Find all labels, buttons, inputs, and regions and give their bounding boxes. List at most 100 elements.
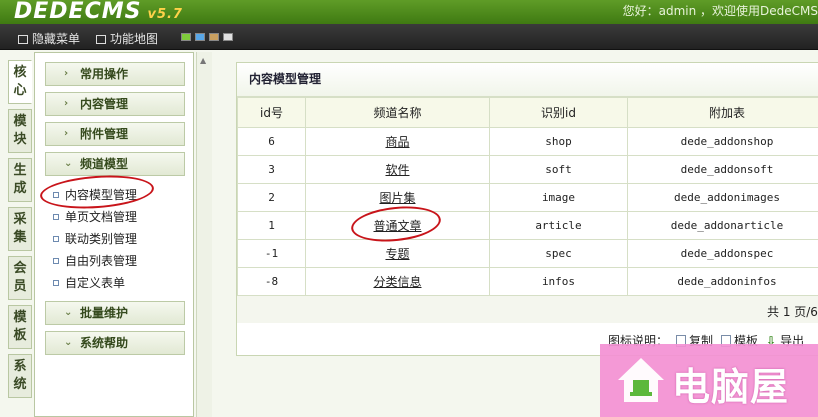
channel-name-link[interactable]: 商品	[385, 135, 409, 149]
menu-group-attachments[interactable]: › 附件管理	[45, 122, 185, 146]
cell-id: -8	[237, 267, 306, 296]
table-row: -1 专题 spec dede_addonspec	[237, 239, 818, 268]
menu-toggle-icon	[18, 35, 28, 44]
table-row: 2 图片集 image dede_addonimages	[237, 183, 818, 212]
channel-name-link[interactable]: 软件	[385, 163, 409, 177]
menu-scrollbar[interactable]: ▲	[196, 52, 212, 417]
cell-channel-name: 商品	[305, 127, 490, 156]
column-header: 频道名称	[305, 97, 490, 128]
logo: DEDECMS v5.7	[14, 0, 183, 24]
chevron-right-icon: ›	[64, 68, 69, 79]
side-menu: › 常用操作 › 内容管理 › 附件管理 ⌄ 频道模型 内容模型管理 单页文档管理 联动…	[34, 52, 194, 417]
cell-channel-name: 软件	[305, 155, 490, 184]
welcome-text: 您好：admin ，欢迎使用DedeCMS	[622, 4, 818, 18]
tab-core[interactable]: 核心	[8, 60, 32, 104]
cell-addon-table: dede_addonarticle	[627, 211, 818, 240]
table-row: 1 普通文章 article dede_addonarticle	[237, 211, 818, 240]
vertical-tabs: 核心 模块 生成 采集 会员 模板 系统	[8, 60, 32, 403]
cell-identifier: image	[489, 183, 628, 212]
menu-item-label: 联动类别管理	[65, 232, 138, 246]
channel-name-link[interactable]: 分类信息	[373, 275, 421, 289]
menu-item-free-list[interactable]: 自由列表管理	[53, 252, 137, 269]
content-panel: 内容模型管理 id号 频道名称 识别id 附加表 6 商品 shop dede_add…	[236, 62, 818, 356]
pager-bar: 共 1 页/6	[237, 295, 818, 323]
skin-blue-swatch[interactable]	[195, 33, 205, 41]
site-map-label: 功能地图	[110, 32, 159, 46]
menu-group-common[interactable]: › 常用操作	[45, 62, 185, 86]
menu-group-help[interactable]: ⌄ 系统帮助	[45, 331, 185, 355]
chevron-down-icon: ⌄	[64, 307, 73, 318]
menu-group-label: 批量维护	[80, 306, 129, 320]
bullet-icon	[53, 258, 59, 264]
bullet-icon	[53, 236, 59, 242]
cell-identifier: soft	[489, 155, 628, 184]
column-header: 附加表	[627, 97, 818, 128]
bullet-icon	[53, 280, 59, 286]
pager-text: 共 1 页/6	[767, 305, 818, 319]
table-row: -8 分类信息 infos dede_addoninfos	[237, 267, 818, 296]
cell-id: 3	[237, 155, 306, 184]
model-table: id号 频道名称 识别id 附加表 6 商品 shop dede_addonshop 3…	[237, 97, 818, 296]
cell-identifier: spec	[489, 239, 628, 268]
tab-generate[interactable]: 生成	[8, 158, 32, 202]
menu-group-label: 附件管理	[80, 127, 129, 141]
menu-group-label: 频道模型	[80, 157, 129, 171]
skin-green-swatch[interactable]	[181, 33, 191, 41]
tab-system[interactable]: 系统	[8, 354, 32, 398]
scroll-up-icon[interactable]: ▲	[200, 56, 206, 65]
menu-item-custom-form[interactable]: 自定义表单	[53, 274, 125, 291]
cell-addon-table: dede_addonshop	[627, 127, 818, 156]
hide-menu-button[interactable]: 隐藏菜单	[18, 30, 80, 47]
menu-item-label: 自定义表单	[65, 276, 126, 290]
page-title: 内容模型管理	[237, 63, 818, 97]
tab-modules[interactable]: 模块	[8, 109, 32, 153]
channel-name-link[interactable]: 专题	[385, 247, 409, 261]
chevron-down-icon: ⌄	[64, 158, 73, 169]
table-row: 3 软件 soft dede_addonsoft	[237, 155, 818, 184]
menu-group-content[interactable]: › 内容管理	[45, 92, 185, 116]
cell-id: 1	[237, 211, 306, 240]
cell-channel-name: 专题	[305, 239, 490, 268]
menu-group-channel-model[interactable]: ⌄ 频道模型	[45, 152, 185, 176]
column-header: id号	[237, 97, 306, 128]
cell-id: -1	[237, 239, 306, 268]
cell-addon-table: dede_addonsoft	[627, 155, 818, 184]
skin-gray-swatch[interactable]	[223, 33, 233, 41]
cell-addon-table: dede_addonimages	[627, 183, 818, 212]
chevron-down-icon: ⌄	[64, 337, 73, 348]
site-map-button[interactable]: 功能地图	[96, 30, 158, 47]
menu-item-linked-category[interactable]: 联动类别管理	[53, 230, 137, 247]
watermark-text: 电脑屋	[672, 365, 790, 409]
cell-addon-table: dede_addoninfos	[627, 267, 818, 296]
top-toolbar: 隐藏菜单 功能地图	[0, 24, 818, 50]
hide-menu-label: 隐藏菜单	[32, 32, 81, 46]
table-row: 6 商品 shop dede_addonshop	[237, 127, 818, 156]
cell-identifier: shop	[489, 127, 628, 156]
chevron-right-icon: ›	[64, 98, 69, 109]
logo-text: DEDECMS	[14, 0, 142, 24]
menu-group-label: 内容管理	[80, 97, 129, 111]
menu-group-label: 常用操作	[80, 67, 129, 81]
bullet-icon	[53, 214, 59, 220]
chevron-right-icon: ›	[64, 128, 69, 139]
menu-group-batch[interactable]: ⌄ 批量维护	[45, 301, 185, 325]
cell-identifier: infos	[489, 267, 628, 296]
version-label: v5.7	[147, 7, 183, 22]
cell-channel-name: 分类信息	[305, 267, 490, 296]
tab-members[interactable]: 会员	[8, 256, 32, 300]
menu-item-label: 自由列表管理	[65, 254, 138, 268]
skin-brown-swatch[interactable]	[209, 33, 219, 41]
menu-group-label: 系统帮助	[80, 336, 129, 350]
app-header: DEDECMS v5.7 您好：admin ，欢迎使用DedeCMS	[0, 0, 818, 24]
cell-id: 6	[237, 127, 306, 156]
watermark-logo: 电脑屋	[600, 344, 818, 417]
cell-addon-table: dede_addonspec	[627, 239, 818, 268]
column-header: 识别id	[489, 97, 628, 128]
cell-id: 2	[237, 183, 306, 212]
menu-item-single-page[interactable]: 单页文档管理	[53, 208, 137, 225]
channel-name-link[interactable]: 图片集	[379, 191, 415, 205]
cell-identifier: article	[489, 211, 628, 240]
tab-collect[interactable]: 采集	[8, 207, 32, 251]
house-icon	[618, 358, 664, 402]
tab-templates[interactable]: 模板	[8, 305, 32, 349]
